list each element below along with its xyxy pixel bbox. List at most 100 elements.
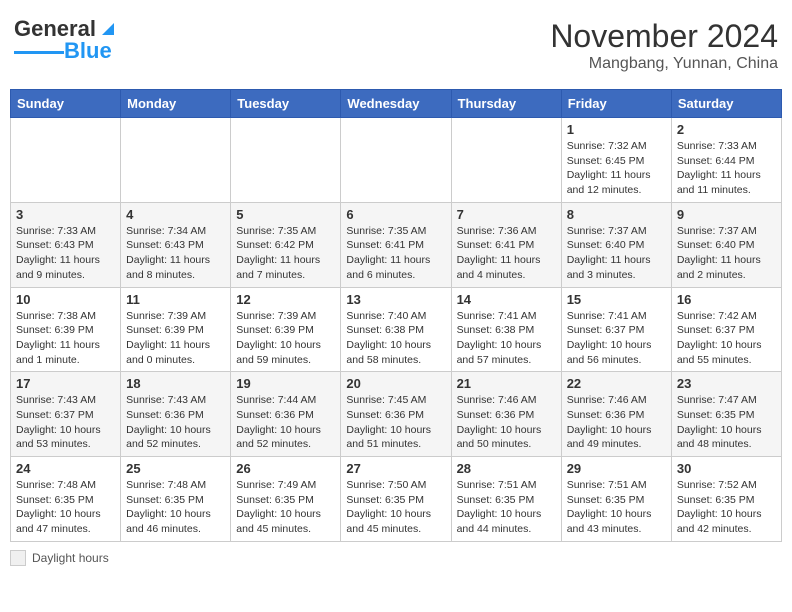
day-number: 10 [16,292,115,307]
week-row-2: 3Sunrise: 7:33 AM Sunset: 6:43 PM Daylig… [11,202,782,287]
day-info: Sunrise: 7:43 AM Sunset: 6:36 PM Dayligh… [126,393,225,452]
day-number: 24 [16,461,115,476]
day-number: 2 [677,122,776,137]
weekday-header-sunday: Sunday [11,90,121,118]
day-info: Sunrise: 7:43 AM Sunset: 6:37 PM Dayligh… [16,393,115,452]
calendar-cell: 6 Sunrise: 7:35 AM Sunset: 6:41 PM Daylig… [341,202,451,287]
calendar-table: SundayMondayTuesdayWednesdayThursdayFrid… [10,89,782,542]
day-number: 6 [346,207,445,222]
day-info: Sunrise: 7:45 AM Sunset: 6:36 PM Dayligh… [346,393,445,452]
location-title: Mangbang, Yunnan, China [550,55,778,73]
title-section: November 2024 Mangbang, Yunnan, China [550,18,778,73]
day-info: Sunrise: 7:35 AM Sunset: 6:41 PM Dayligh… [346,224,445,283]
logo-blue: Blue [64,40,112,62]
calendar-cell: 16Sunrise: 7:42 AM Sunset: 6:37 PM Dayli… [671,287,781,372]
calendar-cell: 3Sunrise: 7:33 AM Sunset: 6:43 PM Daylig… [11,202,121,287]
calendar-cell: 25 Sunrise: 7:48 AM Sunset: 6:35 PM Dayli… [121,457,231,542]
weekday-header-wednesday: Wednesday [341,90,451,118]
week-row-4: 17 Sunrise: 7:43 AM Sunset: 6:37 PM Dayli… [11,372,782,457]
day-info: Sunrise: 7:47 AM Sunset: 6:35 PM Dayligh… [677,393,776,452]
month-title: November 2024 [550,18,778,55]
day-number: 28 [457,461,556,476]
week-row-3: 10 Sunrise: 7:38 AM Sunset: 6:39 PM Dayli… [11,287,782,372]
calendar-cell: 17 Sunrise: 7:43 AM Sunset: 6:37 PM Dayli… [11,372,121,457]
calendar-cell [451,118,561,203]
day-info: Sunrise: 7:33 AM Sunset: 6:44 PM Dayligh… [677,139,776,198]
day-number: 1 [567,122,666,137]
day-info: Sunrise: 7:44 AM Sunset: 6:36 PM Dayligh… [236,393,335,452]
day-number: 25 [126,461,225,476]
calendar-cell [341,118,451,203]
weekday-header-thursday: Thursday [451,90,561,118]
calendar-cell: 24 Sunrise: 7:48 AM Sunset: 6:35 PM Dayli… [11,457,121,542]
weekday-header-monday: Monday [121,90,231,118]
day-number: 19 [236,376,335,391]
calendar-cell: 19 Sunrise: 7:44 AM Sunset: 6:36 PM Dayli… [231,372,341,457]
day-info: Sunrise: 7:46 AM Sunset: 6:36 PM Dayligh… [457,393,556,452]
day-info: Sunrise: 7:51 AM Sunset: 6:35 PM Dayligh… [567,478,666,537]
day-number: 9 [677,207,776,222]
logo: General Blue [14,18,119,62]
calendar-cell: 10 Sunrise: 7:38 AM Sunset: 6:39 PM Dayli… [11,287,121,372]
day-number: 23 [677,376,776,391]
day-info: Sunrise: 7:39 AM Sunset: 6:39 PM Dayligh… [126,309,225,368]
legend-label: Daylight hours [32,551,109,565]
calendar-cell: 23 Sunrise: 7:47 AM Sunset: 6:35 PM Dayli… [671,372,781,457]
calendar-cell: 21 Sunrise: 7:46 AM Sunset: 6:36 PM Dayli… [451,372,561,457]
calendar-cell: 11 Sunrise: 7:39 AM Sunset: 6:39 PM Dayli… [121,287,231,372]
calendar-cell: 4 Sunrise: 7:34 AM Sunset: 6:43 PM Daylig… [121,202,231,287]
calendar-cell: 8Sunrise: 7:37 AM Sunset: 6:40 PM Daylig… [561,202,671,287]
calendar-cell: 27Sunrise: 7:50 AM Sunset: 6:35 PM Dayli… [341,457,451,542]
calendar-cell: 13Sunrise: 7:40 AM Sunset: 6:38 PM Dayli… [341,287,451,372]
day-number: 11 [126,292,225,307]
day-number: 5 [236,207,335,222]
calendar-cell [11,118,121,203]
calendar-cell [121,118,231,203]
week-row-1: 1 Sunrise: 7:32 AM Sunset: 6:45 PM Daylig… [11,118,782,203]
logo-general: General [14,18,96,40]
day-number: 17 [16,376,115,391]
day-number: 7 [457,207,556,222]
calendar-cell [231,118,341,203]
day-number: 21 [457,376,556,391]
day-info: Sunrise: 7:38 AM Sunset: 6:39 PM Dayligh… [16,309,115,368]
calendar-cell: 28 Sunrise: 7:51 AM Sunset: 6:35 PM Dayli… [451,457,561,542]
day-number: 29 [567,461,666,476]
day-info: Sunrise: 7:37 AM Sunset: 6:40 PM Dayligh… [567,224,666,283]
calendar-cell: 22 Sunrise: 7:46 AM Sunset: 6:36 PM Dayli… [561,372,671,457]
day-info: Sunrise: 7:35 AM Sunset: 6:42 PM Dayligh… [236,224,335,283]
day-number: 13 [346,292,445,307]
day-info: Sunrise: 7:39 AM Sunset: 6:39 PM Dayligh… [236,309,335,368]
day-info: Sunrise: 7:41 AM Sunset: 6:38 PM Dayligh… [457,309,556,368]
day-info: Sunrise: 7:48 AM Sunset: 6:35 PM Dayligh… [16,478,115,537]
day-info: Sunrise: 7:51 AM Sunset: 6:35 PM Dayligh… [457,478,556,537]
calendar-cell: 9Sunrise: 7:37 AM Sunset: 6:40 PM Daylig… [671,202,781,287]
day-info: Sunrise: 7:36 AM Sunset: 6:41 PM Dayligh… [457,224,556,283]
weekday-header-row: SundayMondayTuesdayWednesdayThursdayFrid… [11,90,782,118]
calendar-cell: 18 Sunrise: 7:43 AM Sunset: 6:36 PM Dayli… [121,372,231,457]
day-number: 4 [126,207,225,222]
logo-underline [14,51,64,54]
day-number: 15 [567,292,666,307]
day-info: Sunrise: 7:46 AM Sunset: 6:36 PM Dayligh… [567,393,666,452]
legend-box [10,550,26,566]
logo-triangle-icon [97,17,119,39]
calendar-cell: 26 Sunrise: 7:49 AM Sunset: 6:35 PM Dayli… [231,457,341,542]
day-info: Sunrise: 7:49 AM Sunset: 6:35 PM Dayligh… [236,478,335,537]
day-number: 26 [236,461,335,476]
day-info: Sunrise: 7:41 AM Sunset: 6:37 PM Dayligh… [567,309,666,368]
calendar-cell: 30Sunrise: 7:52 AM Sunset: 6:35 PM Dayli… [671,457,781,542]
calendar-cell: 15 Sunrise: 7:41 AM Sunset: 6:37 PM Dayli… [561,287,671,372]
calendar-cell: 12Sunrise: 7:39 AM Sunset: 6:39 PM Dayli… [231,287,341,372]
day-number: 18 [126,376,225,391]
day-info: Sunrise: 7:42 AM Sunset: 6:37 PM Dayligh… [677,309,776,368]
page-header: General Blue November 2024 Mangbang, Yun… [10,10,782,81]
day-info: Sunrise: 7:50 AM Sunset: 6:35 PM Dayligh… [346,478,445,537]
day-number: 22 [567,376,666,391]
day-info: Sunrise: 7:48 AM Sunset: 6:35 PM Dayligh… [126,478,225,537]
calendar-cell: 14Sunrise: 7:41 AM Sunset: 6:38 PM Dayli… [451,287,561,372]
legend: Daylight hours [10,550,782,566]
day-info: Sunrise: 7:32 AM Sunset: 6:45 PM Dayligh… [567,139,666,198]
day-number: 3 [16,207,115,222]
day-info: Sunrise: 7:34 AM Sunset: 6:43 PM Dayligh… [126,224,225,283]
